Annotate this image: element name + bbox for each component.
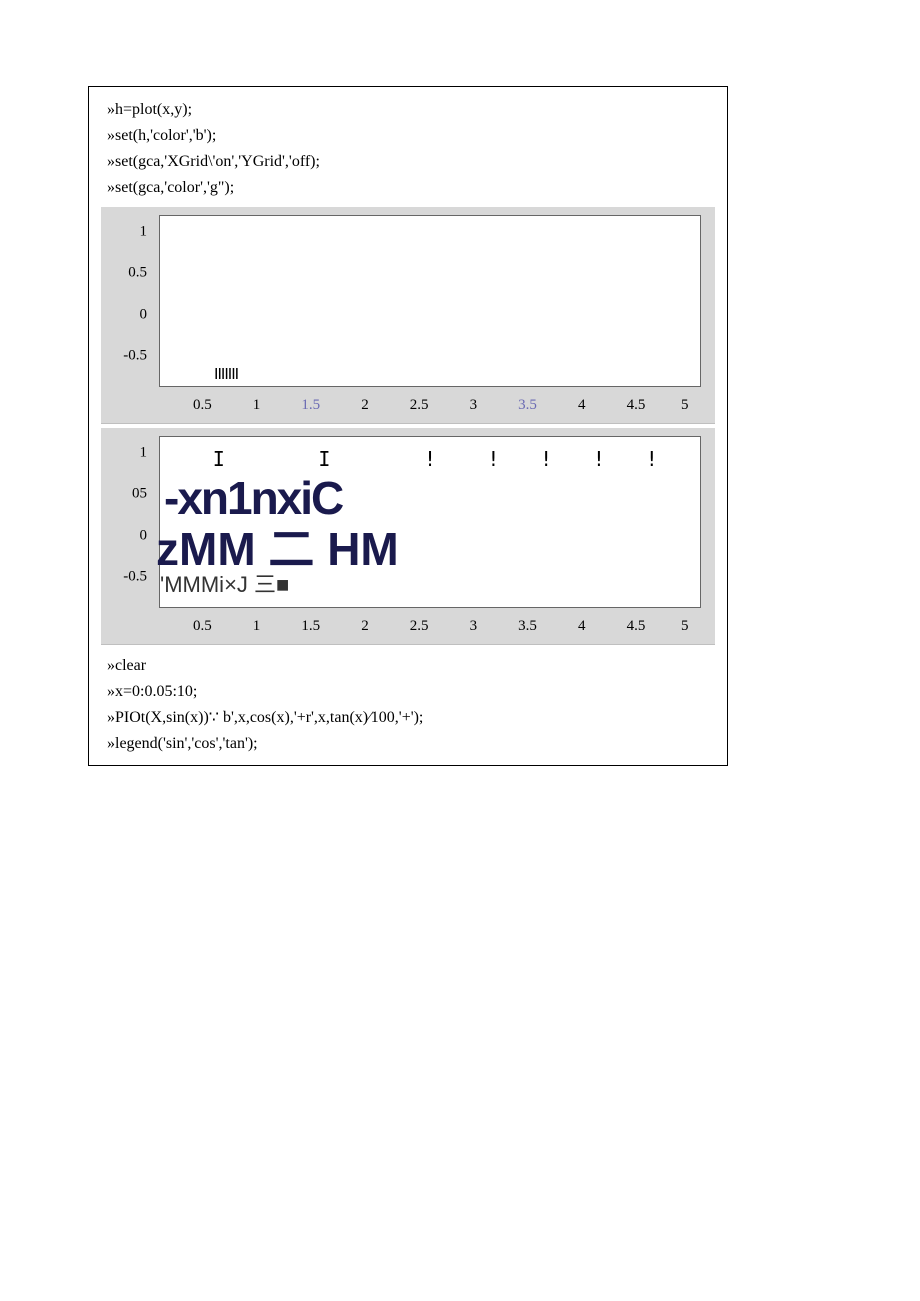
y-tick: 0	[140, 306, 148, 323]
code-line: »h=plot(x,y);	[107, 97, 709, 123]
code-line: »x=0:0.05:10;	[107, 679, 709, 705]
chart-1-xticks: 0.5 1 1.5 2 2.5 3 3.5 4 4.5 5	[159, 397, 701, 421]
overlay-mark: !	[540, 447, 552, 471]
code-block-top: »h=plot(x,y); »set(h,'color','b'); »set(…	[89, 87, 727, 207]
chart-1-xaxis: 0.5 1 1.5 2 2.5 3 3.5 4 4.5 5	[101, 395, 715, 423]
overlay-mark: !	[487, 447, 499, 471]
content-frame: »h=plot(x,y); »set(h,'color','b'); »set(…	[88, 86, 728, 766]
chart-2-xaxis: 0.5 1 1.5 2 2.5 3 3.5 4 4.5 5	[101, 616, 715, 644]
code-line: »set(h,'color','b');	[107, 123, 709, 149]
overlay-mark: !	[646, 447, 658, 471]
chart-2-xticks: 0.5 1 1.5 2 2.5 3 3.5 4 4.5 5	[159, 618, 701, 642]
x-tick: 3	[470, 397, 478, 414]
x-tick: 1.5	[301, 618, 320, 635]
graffiti-text: 'MMMi×J 三■	[160, 567, 289, 599]
y-tick: 05	[132, 486, 147, 503]
overlay-mark: !	[593, 447, 605, 471]
x-tick: 3.5	[518, 618, 537, 635]
code-block-bottom: »clear »x=0:0.05:10; »PIOt(X,sin(x))∵ b'…	[89, 645, 727, 757]
x-tick: 4.5	[627, 397, 646, 414]
code-line: »PIOt(X,sin(x))∵ b',x,cos(x),'+r',x,tan(…	[107, 705, 709, 731]
code-line: »clear	[107, 653, 709, 679]
chart-2-canvas: I I ! ! ! ! ! -xn1nxiC zMM 二 HM 'MMMi×J …	[159, 436, 701, 608]
y-tick: 0.5	[128, 265, 147, 282]
y-tick: 1	[140, 445, 148, 462]
x-tick: 0.5	[193, 397, 212, 414]
x-tick: 3	[470, 618, 478, 635]
figure-stack: 1 0.5 0 -0.5 IIIIIII 0.5 1 1.5 2	[89, 207, 727, 645]
x-tick: 2	[361, 397, 369, 414]
x-tick: 5	[681, 618, 689, 635]
x-tick: 4	[578, 397, 586, 414]
x-tick: 1	[253, 397, 261, 414]
x-tick: 1	[253, 618, 261, 635]
page: »h=plot(x,y); »set(h,'color','b'); »set(…	[0, 0, 920, 1301]
chart-2-plotarea: 1 05 0 -0.5 I I ! ! ! ! !	[101, 428, 715, 616]
x-tick: 5	[681, 397, 689, 414]
code-line: »legend('sin','cos','tan');	[107, 731, 709, 757]
x-tick: 0.5	[193, 618, 212, 635]
chart-2: 1 05 0 -0.5 I I ! ! ! ! !	[101, 428, 715, 645]
chart-2-yaxis: 1 05 0 -0.5	[101, 436, 153, 608]
overlay-mark: !	[424, 447, 436, 471]
x-tick: 4	[578, 618, 586, 635]
y-tick: -0.5	[123, 348, 147, 365]
x-tick: 2	[361, 618, 369, 635]
x-tick: 2.5	[410, 618, 429, 635]
chart-1: 1 0.5 0 -0.5 IIIIIII 0.5 1 1.5 2	[101, 207, 715, 424]
x-tick: 1.5	[301, 397, 320, 414]
overlay-mark: I	[213, 447, 225, 471]
x-tick: 3.5	[518, 397, 537, 414]
code-line: »set(gca,'XGrid\'on','YGrid','off);	[107, 149, 709, 175]
y-tick: 0	[140, 527, 148, 544]
x-tick: 4.5	[627, 618, 646, 635]
x-tick: 2.5	[410, 397, 429, 414]
overlay-mark: I	[318, 447, 330, 471]
chart-1-gridmarks: IIIIIII	[214, 366, 238, 384]
chart-1-yaxis: 1 0.5 0 -0.5	[101, 215, 153, 387]
y-tick: -0.5	[123, 569, 147, 586]
y-tick: 1	[140, 224, 148, 241]
chart-2-overlay-row: I I ! ! ! ! !	[166, 447, 694, 467]
chart-1-plotarea: 1 0.5 0 -0.5 IIIIIII	[101, 207, 715, 395]
chart-1-canvas: IIIIIII	[159, 215, 701, 387]
code-line: »set(gca,'color','g");	[107, 175, 709, 201]
